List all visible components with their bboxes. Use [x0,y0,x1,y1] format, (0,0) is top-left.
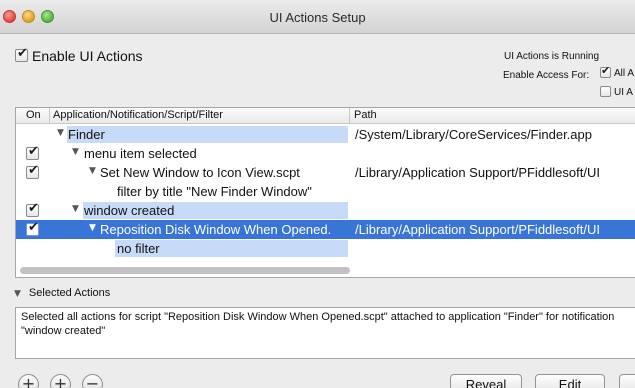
row-path: /Library/Application Support/PFiddlesoft… [355,222,600,237]
add-child-button[interactable]: + [50,374,71,388]
row-path: /System/Library/CoreServices/Finder.app [355,127,592,142]
table-row[interactable]: no filter [16,239,635,258]
disclosure-triangle-icon[interactable]: ▼ [57,128,64,138]
column-header-on[interactable]: On [26,109,41,121]
checkbox-checked-icon[interactable] [600,64,611,78]
column-header-name[interactable]: Application/Notification/Script/Filter [53,109,223,121]
column-divider[interactable] [349,108,350,124]
access-ui-apps-checkbox[interactable]: UI A [600,85,633,98]
access-all-apps-checkbox[interactable]: All A [600,64,635,79]
enable-ui-actions-label: Enable UI Actions [32,48,143,64]
checkbox-unchecked-icon[interactable] [600,85,611,97]
edit-button[interactable]: Edit [535,374,605,388]
running-status-text: UI Actions is Running [504,51,600,62]
row-name: filter by title "New Finder Window" [117,184,312,199]
row-name: Set New Window to Icon View.scpt [100,165,300,180]
table-row[interactable]: ▼ Finder /System/Library/CoreServices/Fi… [16,125,635,144]
row-name: window created [84,203,175,218]
add-button[interactable]: + [18,374,39,388]
column-divider[interactable] [49,108,50,124]
disclosure-triangle-icon[interactable]: ▼ [89,223,96,233]
table-row-selected[interactable]: ▼ Reposition Disk Window When Opened. /L… [16,220,635,239]
access-ui-label: UI A [614,87,633,98]
row-highlight [67,126,348,143]
column-header-path[interactable]: Path [354,109,377,121]
table-row[interactable]: ▼ menu item selected [16,144,635,163]
enable-ui-actions-checkbox[interactable]: Enable UI Actions [15,46,143,64]
table-header: On Application/Notification/Script/Filte… [16,108,635,124]
enable-access-label: Enable Access For: [503,70,590,81]
row-name: no filter [117,241,160,256]
row-name: menu item selected [84,146,197,161]
table-row[interactable]: ▼ Set New Window to Icon View.scpt /Libr… [16,163,635,182]
disclosure-triangle-icon[interactable]: ▼ [72,147,79,157]
selected-actions-description: Selected all actions for script "Reposit… [15,307,635,359]
disclosure-triangle-icon[interactable]: ▼ [14,289,21,299]
row-path: /Library/Application Support/PFiddlesoft… [355,165,600,180]
table-row[interactable]: ▼ window created [16,201,635,220]
row-enabled-checkbox[interactable] [26,144,39,160]
disclosure-triangle-icon[interactable]: ▼ [89,166,96,176]
title-bar: UI Actions Setup [0,0,635,34]
row-enabled-checkbox[interactable] [26,163,39,179]
window-title: UI Actions Setup [269,10,366,25]
table-row[interactable]: filter by title "New Finder Window" [16,182,635,201]
row-enabled-checkbox[interactable] [26,220,39,236]
disclosure-triangle-icon[interactable]: ▼ [72,204,79,214]
checkbox-checked-icon[interactable] [15,46,28,63]
overflow-button[interactable] [619,374,635,388]
row-enabled-checkbox[interactable] [26,201,39,217]
row-name: Reposition Disk Window When Opened. [100,222,332,237]
actions-outline-table[interactable]: On Application/Notification/Script/Filte… [15,107,635,278]
selected-actions-title: Selected Actions [28,287,111,299]
access-all-label: All A [614,68,635,79]
horizontal-scrollbar[interactable] [20,267,350,274]
row-name: Finder [68,127,105,142]
remove-button[interactable]: − [82,374,103,388]
reveal-button[interactable]: Reveal [450,374,522,388]
selected-actions-header[interactable]: ▼ Selected Actions [14,287,110,299]
